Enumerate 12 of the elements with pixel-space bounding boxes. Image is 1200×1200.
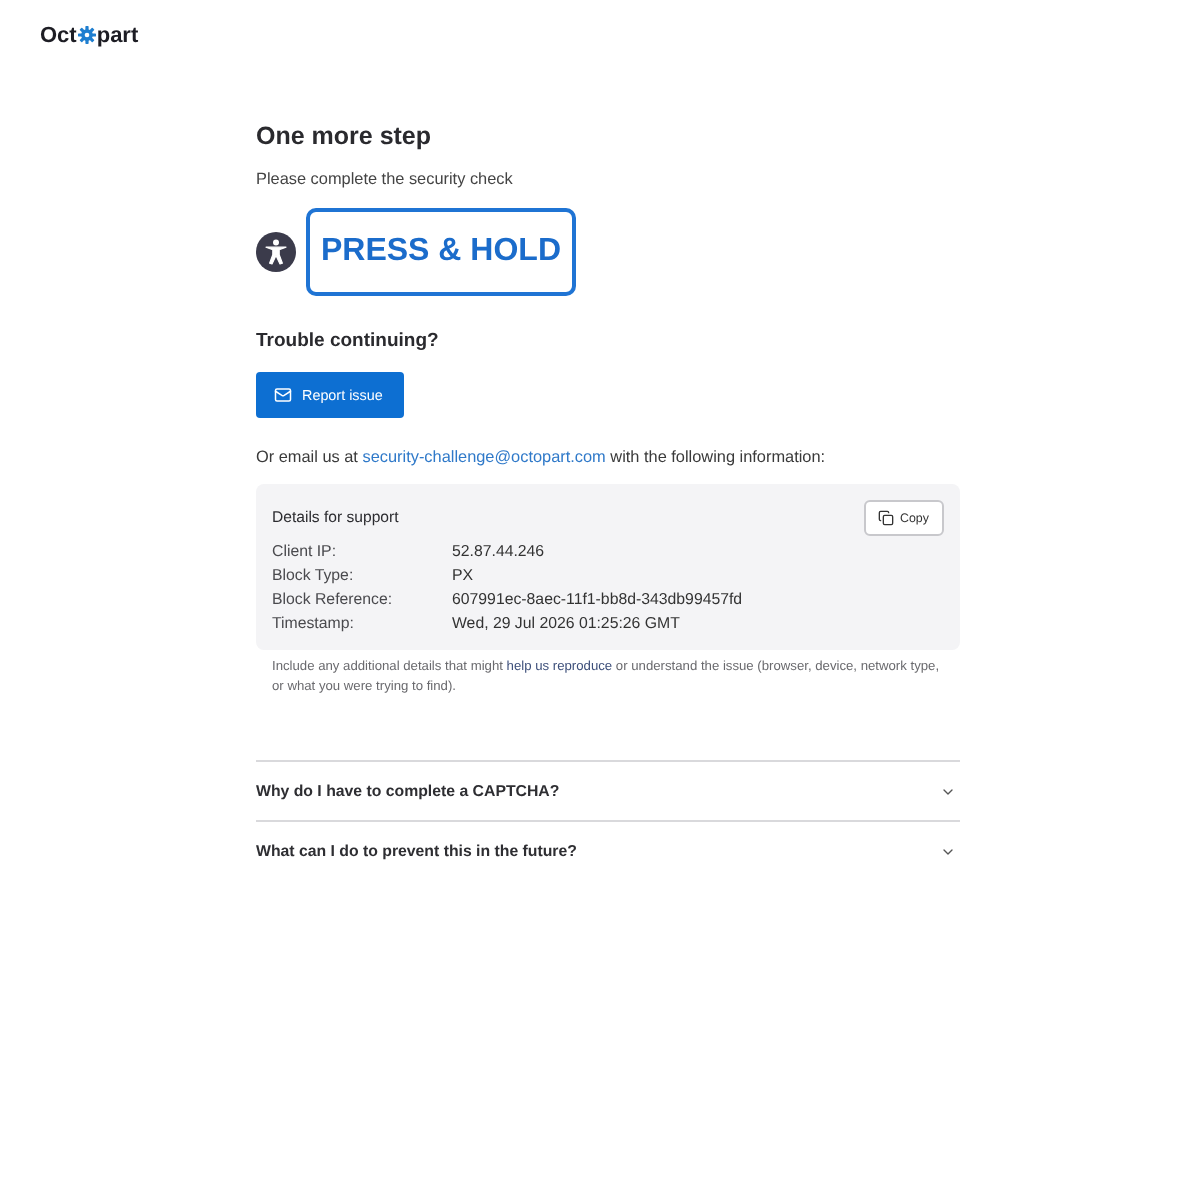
- gear-icon: [77, 26, 96, 44]
- logo-text: part: [96, 23, 139, 47]
- email-link[interactable]: security-challenge@octopart.com: [362, 448, 606, 466]
- copy-icon: [878, 510, 894, 526]
- press-and-hold-button[interactable]: PRESS & HOLD: [306, 208, 576, 296]
- email-instructions: Or email us at security-challenge@octopart.com with the following information:: [256, 446, 826, 470]
- mail-icon: [274, 386, 292, 404]
- page-heading: One more step: [256, 120, 432, 152]
- accessibility-icon[interactable]: [256, 232, 296, 272]
- section-heading: Trouble continuing?: [256, 328, 439, 356]
- instruction-text: Please complete the security check: [256, 168, 513, 192]
- logo-text: Oct: [40, 23, 77, 47]
